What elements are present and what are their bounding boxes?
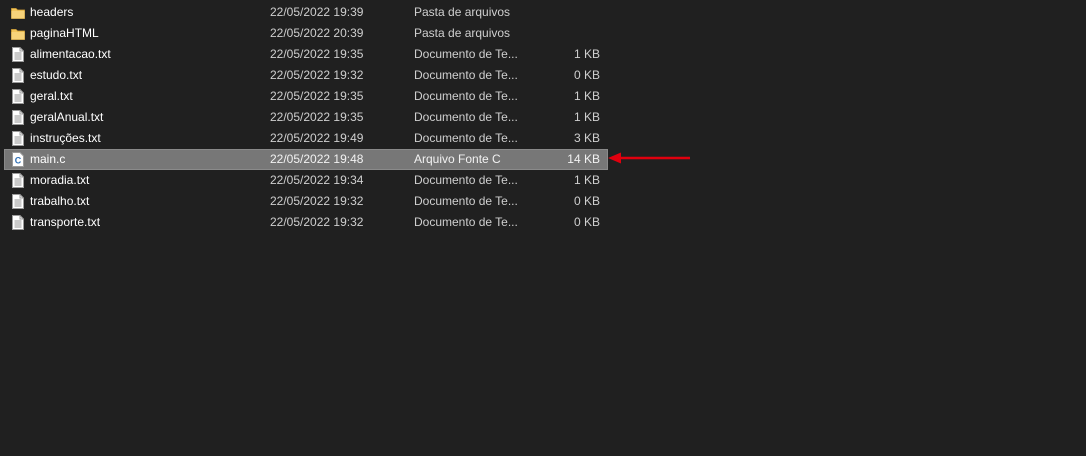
file-size: 1 KB xyxy=(573,89,600,103)
file-name: geralAnual.txt xyxy=(30,110,104,124)
file-row[interactable]: geralAnual.txt 22/05/2022 19:35 Document… xyxy=(4,107,608,128)
file-size: 1 KB xyxy=(573,110,600,124)
file-row[interactable]: geral.txt 22/05/2022 19:35 Documento de … xyxy=(4,86,608,107)
file-name: alimentacao.txt xyxy=(30,47,111,61)
file-size: 3 KB xyxy=(573,131,600,145)
file-date-modified: 22/05/2022 19:35 xyxy=(270,89,364,103)
file-size xyxy=(504,2,600,23)
file-date-modified: 22/05/2022 19:34 xyxy=(270,173,364,187)
text-file-icon xyxy=(11,191,25,212)
file-date-modified: 22/05/2022 19:32 xyxy=(270,194,364,208)
file-name: moradia.txt xyxy=(30,173,90,187)
file-row[interactable]: C main.c 22/05/2022 19:48 Arquivo Fonte … xyxy=(4,149,608,170)
folder-icon xyxy=(11,2,25,23)
file-row[interactable]: alimentacao.txt 22/05/2022 19:35 Documen… xyxy=(4,44,608,65)
file-list: headers 22/05/2022 19:39 Pasta de arquiv… xyxy=(0,2,1086,233)
file-size: 0 KB xyxy=(573,215,600,229)
file-row[interactable]: instruções.txt 22/05/2022 19:49 Document… xyxy=(4,128,608,149)
text-file-icon xyxy=(11,212,25,233)
c-source-file-icon: C xyxy=(11,149,25,170)
text-file-icon xyxy=(11,86,25,107)
file-date-modified: 22/05/2022 20:39 xyxy=(270,26,364,40)
file-date-modified: 22/05/2022 19:49 xyxy=(270,131,364,145)
file-date-modified: 22/05/2022 19:32 xyxy=(270,68,364,82)
svg-text:C: C xyxy=(15,156,22,166)
file-date-modified: 22/05/2022 19:35 xyxy=(270,110,364,124)
text-file-icon xyxy=(11,170,25,191)
file-name: geral.txt xyxy=(30,89,73,103)
folder-icon xyxy=(11,23,25,44)
file-name: transporte.txt xyxy=(30,215,101,229)
file-date-modified: 22/05/2022 19:32 xyxy=(270,215,364,229)
file-name: trabalho.txt xyxy=(30,194,90,208)
file-size: 0 KB xyxy=(573,194,600,208)
text-file-icon xyxy=(11,128,25,149)
file-row[interactable]: paginaHTML 22/05/2022 20:39 Pasta de arq… xyxy=(4,23,608,44)
file-date-modified: 22/05/2022 19:48 xyxy=(270,152,364,166)
file-name: instruções.txt xyxy=(30,131,101,145)
file-date-modified: 22/05/2022 19:39 xyxy=(270,5,364,19)
file-name: estudo.txt xyxy=(30,68,83,82)
file-name: main.c xyxy=(30,152,66,166)
text-file-icon xyxy=(11,44,25,65)
file-row[interactable]: headers 22/05/2022 19:39 Pasta de arquiv… xyxy=(4,2,608,23)
red-arrow-icon xyxy=(608,152,690,164)
file-row[interactable]: transporte.txt 22/05/2022 19:32 Document… xyxy=(4,212,608,233)
file-row[interactable]: trabalho.txt 22/05/2022 19:32 Documento … xyxy=(4,191,608,212)
file-row[interactable]: estudo.txt 22/05/2022 19:32 Documento de… xyxy=(4,65,608,86)
file-size: 0 KB xyxy=(573,68,600,82)
file-name: headers xyxy=(30,5,74,19)
file-size xyxy=(504,23,600,44)
file-size: 14 KB xyxy=(567,152,600,166)
text-file-icon xyxy=(11,107,25,128)
file-name: paginaHTML xyxy=(30,26,99,40)
file-row[interactable]: moradia.txt 22/05/2022 19:34 Documento d… xyxy=(4,170,608,191)
file-date-modified: 22/05/2022 19:35 xyxy=(270,47,364,61)
file-size: 1 KB xyxy=(573,47,600,61)
file-size: 1 KB xyxy=(573,173,600,187)
text-file-icon xyxy=(11,65,25,86)
